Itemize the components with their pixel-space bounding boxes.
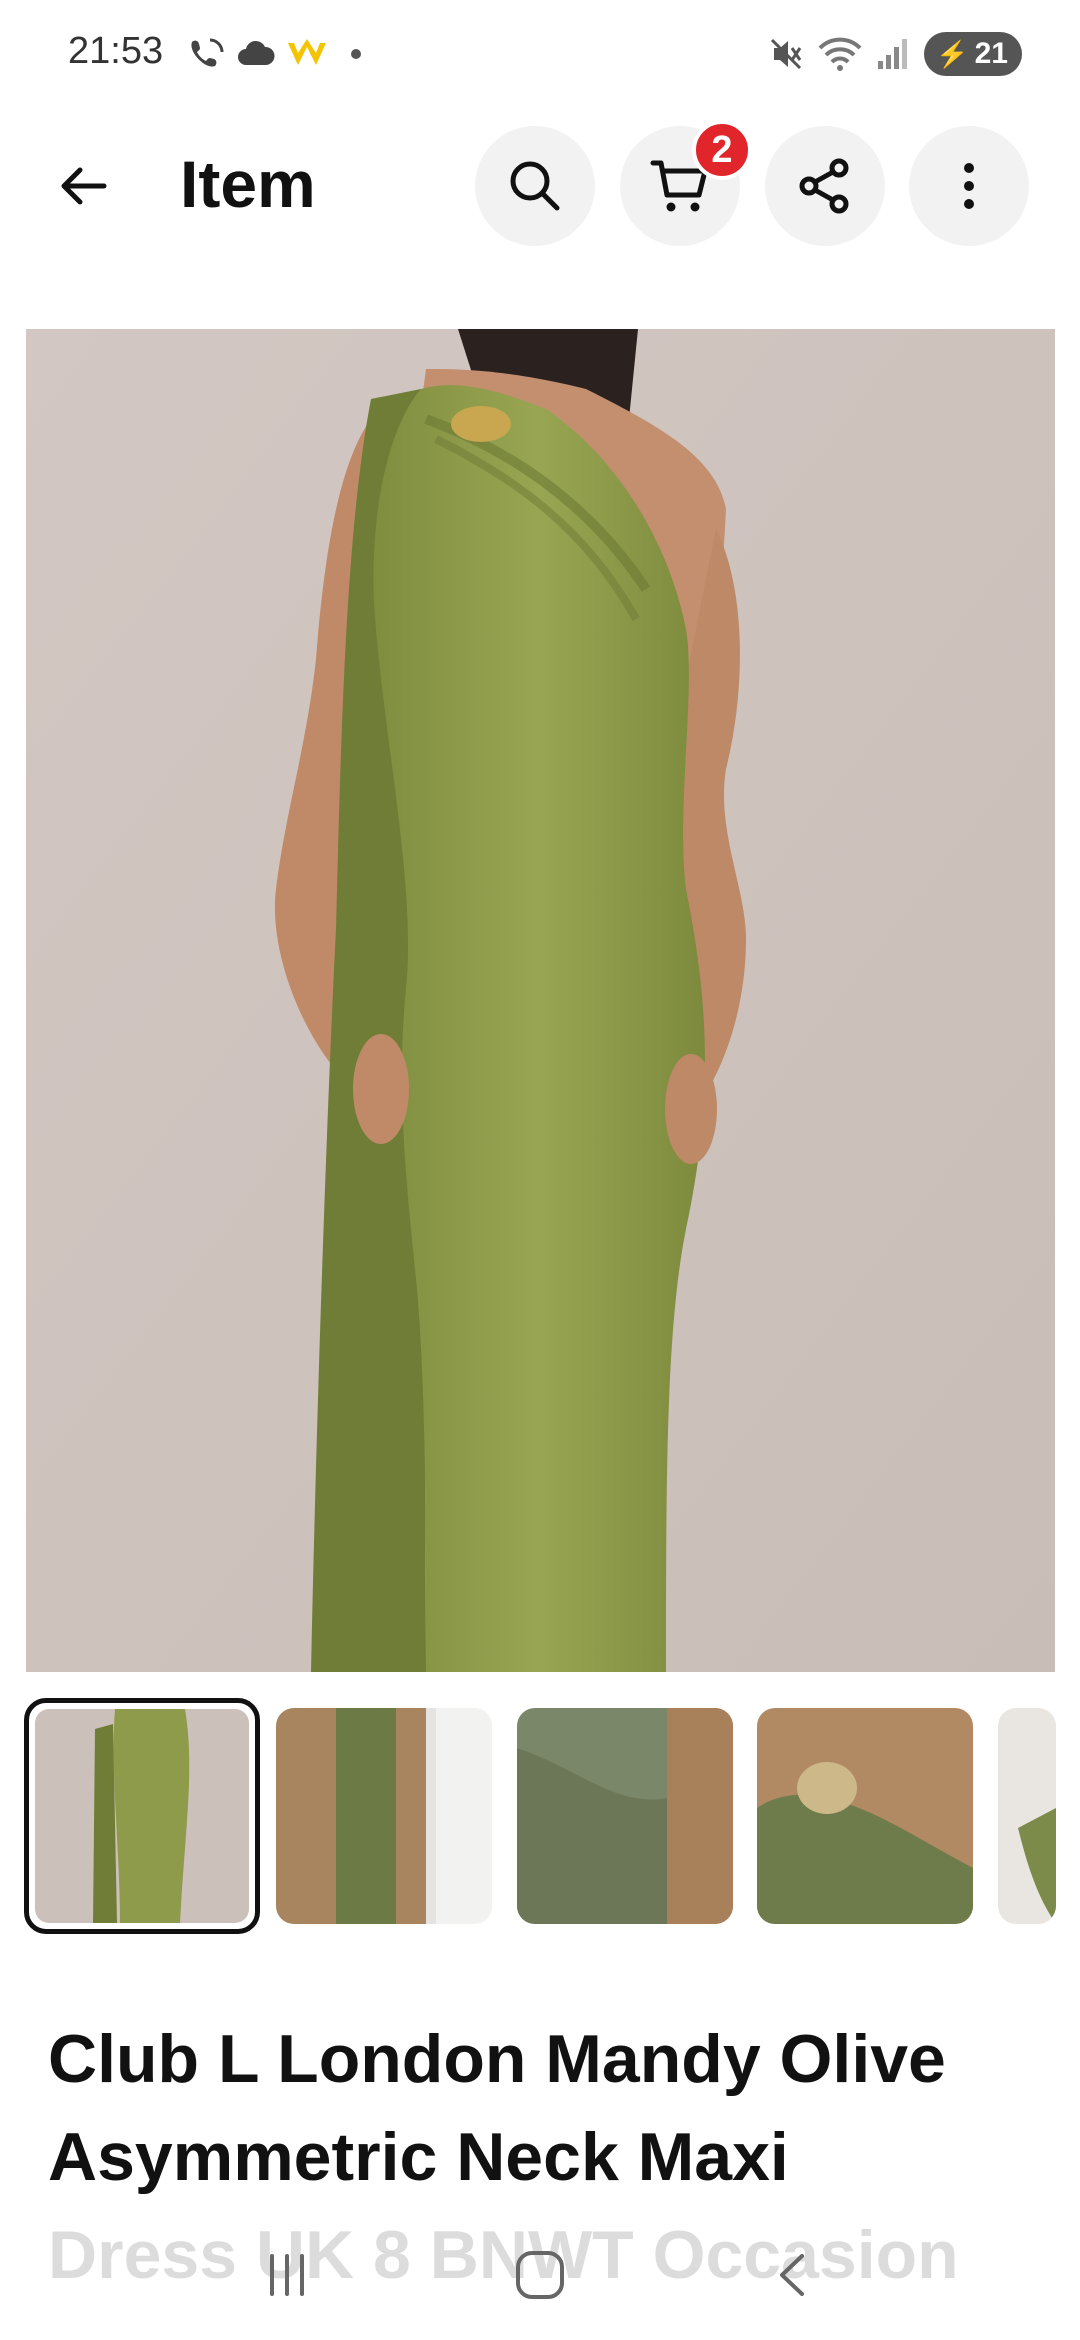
more-options-button[interactable] [909, 126, 1029, 246]
thumbnail-2-image [276, 1708, 492, 1924]
thumbnail-strip [0, 1698, 1080, 1938]
item-title-line-1: Club L London Mandy Olive [48, 2021, 946, 2097]
share-button[interactable] [765, 126, 885, 246]
recent-apps-button[interactable] [242, 2230, 332, 2320]
page-title: Item [180, 147, 316, 221]
wifi-icon [818, 37, 862, 71]
thumbnail-4-image [757, 1708, 973, 1924]
thumbnail-3-image [517, 1708, 733, 1924]
status-bar: 21:53 ⚡ 21 [0, 0, 1080, 110]
battery-icon: ⚡ 21 [924, 32, 1022, 76]
dress-photo [26, 329, 1055, 1672]
app-bar: Item 2 [0, 110, 1080, 270]
home-icon [515, 2251, 564, 2299]
cart-count-badge: 2 [692, 120, 752, 180]
search-button[interactable] [475, 126, 595, 246]
signal-icon [878, 39, 908, 69]
thumbnail-1[interactable] [24, 1698, 260, 1934]
home-button[interactable] [495, 2230, 585, 2320]
search-icon [510, 161, 560, 211]
thumbnail-4[interactable] [757, 1708, 973, 1924]
arrow-left-icon [61, 167, 107, 205]
status-left-icons [186, 34, 368, 74]
system-nav-bar [0, 2210, 1080, 2340]
more-vert-icon [964, 163, 974, 209]
dot-icon [351, 49, 361, 59]
wifi-call-icon [191, 38, 224, 67]
thumbnail-5[interactable] [998, 1708, 1056, 1924]
cart-button[interactable]: 2 [620, 120, 752, 246]
recent-apps-icon [269, 2254, 304, 2296]
thumbnail-5-image [998, 1708, 1056, 1924]
crown-icon [288, 39, 326, 65]
cloud-icon [238, 40, 275, 65]
thumbnail-1-image [35, 1709, 249, 1923]
main-product-image[interactable] [26, 329, 1055, 1672]
back-button[interactable] [48, 150, 120, 222]
item-title-line-2: Asymmetric Neck Maxi [48, 2119, 789, 2195]
system-back-button[interactable] [748, 2230, 838, 2320]
thumbnail-3[interactable] [517, 1708, 733, 1924]
mute-icon [771, 38, 802, 70]
share-icon [799, 158, 849, 214]
thumbnail-2[interactable] [276, 1708, 492, 1924]
battery-level: 21 [974, 37, 1008, 70]
chevron-left-icon [780, 2254, 805, 2296]
status-right-icons: ⚡ 21 [768, 32, 1022, 76]
status-time: 21:53 [68, 30, 164, 72]
